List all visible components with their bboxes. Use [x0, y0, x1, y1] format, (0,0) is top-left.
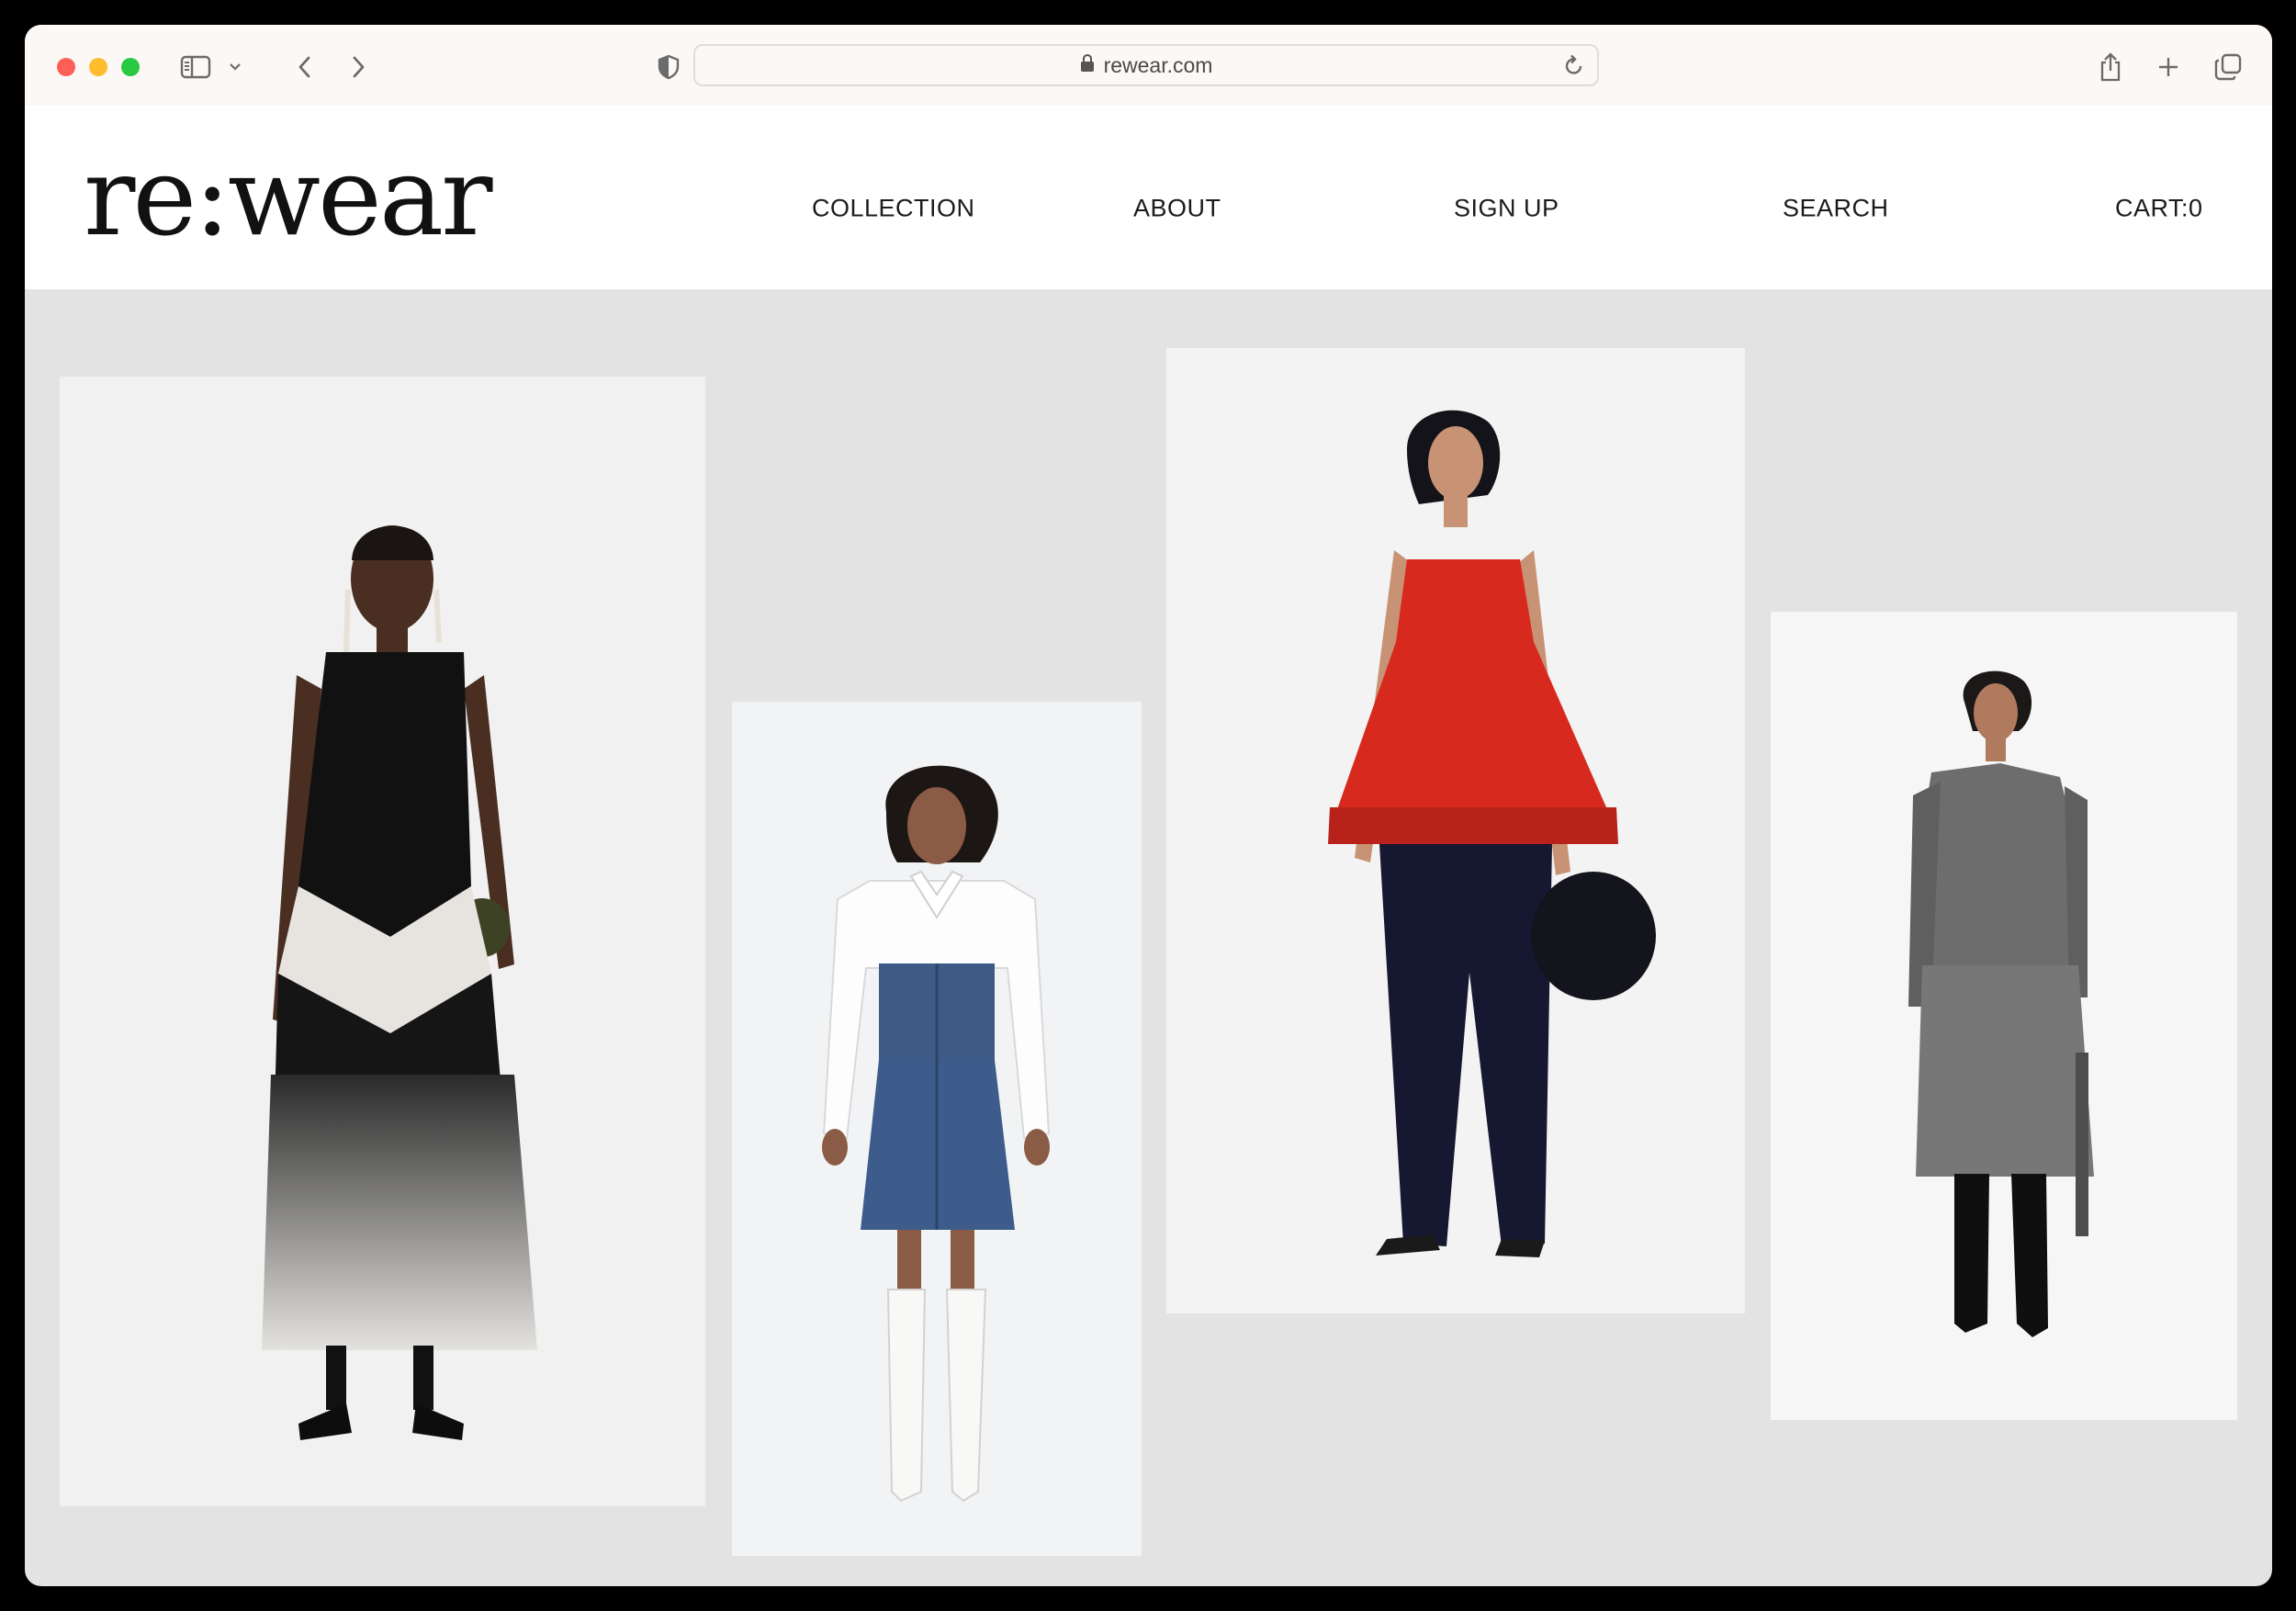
- red-taffeta-top-photo[interactable]: [1166, 348, 1745, 1313]
- site-logo[interactable]: re:wear: [84, 142, 493, 251]
- sidebar-toggle-icon[interactable]: [177, 47, 214, 87]
- browser-window: rewear.com re:wear COLLECTION ABOUT SIGN…: [25, 25, 2272, 1586]
- nav-about-link[interactable]: ABOUT: [1133, 195, 1221, 223]
- nav-signup-link[interactable]: SIGN UP: [1454, 195, 1559, 223]
- lock-icon: [1080, 53, 1095, 78]
- grey-wool-suit-photo[interactable]: [1771, 612, 2237, 1420]
- forward-arrow-icon[interactable]: [344, 47, 372, 87]
- address-bar[interactable]: rewear.com: [693, 44, 1599, 86]
- new-tab-plus-icon[interactable]: [2153, 47, 2184, 87]
- reload-icon[interactable]: [1564, 54, 1584, 81]
- close-window-button[interactable]: [57, 58, 75, 76]
- browser-toolbar: rewear.com: [25, 25, 2272, 106]
- denim-shirt-dress-photo[interactable]: [732, 702, 1142, 1556]
- back-arrow-icon[interactable]: [291, 47, 319, 87]
- halter-maxi-dress-photo[interactable]: [60, 377, 705, 1506]
- chevron-down-icon[interactable]: [225, 47, 245, 87]
- privacy-shield-icon[interactable]: [655, 47, 682, 87]
- site-header: re:wear COLLECTION ABOUT SIGN UP SEARCH …: [25, 106, 2272, 289]
- address-url: rewear.com: [1103, 52, 1213, 77]
- share-icon[interactable]: [2095, 47, 2126, 87]
- nav-cart-link[interactable]: CART:0: [2115, 195, 2203, 223]
- zoom-window-button[interactable]: [121, 58, 140, 76]
- nav-search-link[interactable]: SEARCH: [1783, 195, 1889, 223]
- minimize-window-button[interactable]: [89, 58, 107, 76]
- tab-overview-icon[interactable]: [2212, 47, 2245, 87]
- nav-collection-link[interactable]: COLLECTION: [812, 195, 975, 223]
